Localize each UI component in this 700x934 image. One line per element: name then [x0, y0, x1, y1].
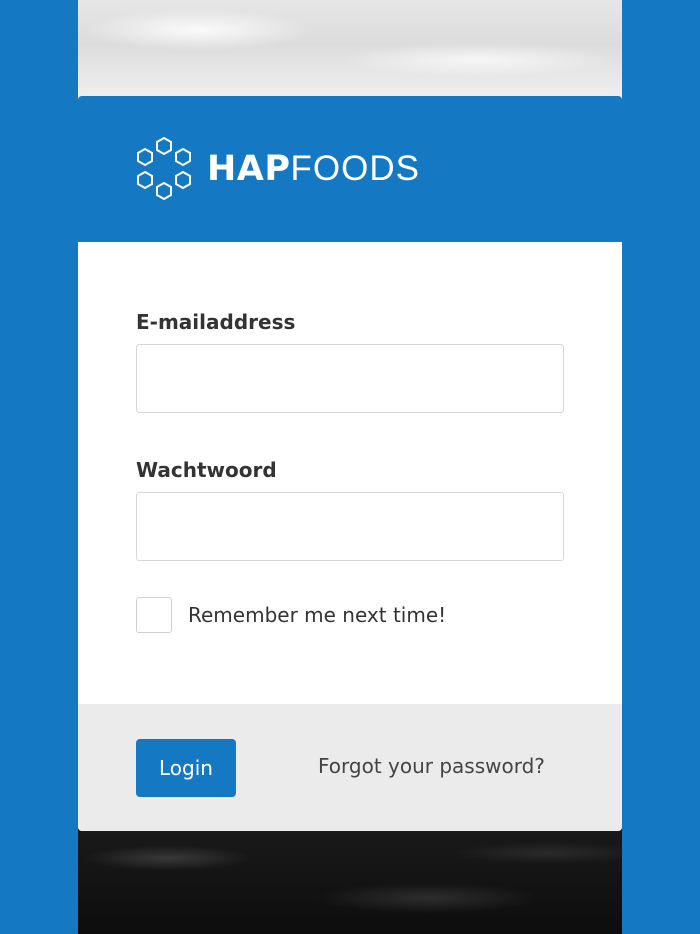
login-page: HAPFOODS E-mailaddress Wachtwoord Rememb…	[0, 0, 700, 934]
email-label: E-mailaddress	[136, 310, 296, 334]
login-button[interactable]: Login	[136, 739, 236, 797]
brand-logo: HAPFOODS	[135, 136, 420, 202]
brand-name-bold: HAP	[207, 149, 291, 189]
remember-me[interactable]: Remember me next time!	[136, 597, 446, 633]
forgot-password-link[interactable]: Forgot your password?	[318, 754, 545, 778]
login-form: E-mailaddress Wachtwoord Remember me nex…	[78, 242, 622, 704]
remember-me-checkbox[interactable]	[136, 597, 172, 633]
background-photo-top	[78, 0, 622, 100]
hexagon-cluster-icon	[135, 136, 195, 202]
brand-name-light: FOODS	[290, 149, 420, 188]
card-footer: Login Forgot your password?	[78, 704, 622, 831]
login-card: HAPFOODS E-mailaddress Wachtwoord Rememb…	[78, 96, 622, 831]
brand-wordmark: HAPFOODS	[207, 149, 420, 189]
email-field[interactable]	[136, 344, 564, 413]
card-header: HAPFOODS	[78, 96, 622, 242]
password-label: Wachtwoord	[136, 458, 277, 482]
remember-me-label[interactable]: Remember me next time!	[188, 603, 446, 627]
background-photo-bottom	[78, 828, 622, 934]
password-field[interactable]	[136, 492, 564, 561]
